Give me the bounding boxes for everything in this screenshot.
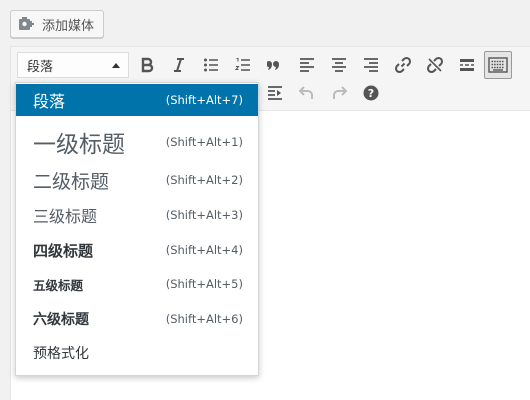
align-center-button[interactable] <box>325 51 353 79</box>
format-option-shortcut: (Shift+Alt+3) <box>165 208 243 222</box>
media-row: 添加媒体 <box>10 10 105 38</box>
format-option-heading-6[interactable]: 六级标题 (Shift+Alt+6) <box>16 302 258 336</box>
format-option-label: 一级标题 <box>33 132 125 158</box>
redo-button[interactable] <box>325 79 353 107</box>
svg-text:?: ? <box>368 87 374 100</box>
undo-button[interactable] <box>293 79 321 107</box>
toolbar-toggle-button[interactable] <box>484 51 512 79</box>
align-left-icon <box>299 57 315 73</box>
format-option-heading-5[interactable]: 五级标题 (Shift+Alt+5) <box>16 267 258 301</box>
redo-icon <box>331 85 347 101</box>
insert-link-button[interactable] <box>389 51 417 79</box>
align-center-icon <box>331 57 347 73</box>
format-option-paragraph[interactable]: 段落 (Shift+Alt+7) <box>16 84 258 116</box>
add-media-label: 添加媒体 <box>42 18 95 34</box>
format-option-label: 五级标题 <box>33 277 84 293</box>
read-more-button[interactable] <box>453 51 481 79</box>
format-option-label: 预格式化 <box>33 346 89 362</box>
bold-icon <box>139 57 155 73</box>
remove-link-button[interactable] <box>421 51 449 79</box>
format-select-value: 段落 <box>27 59 54 75</box>
help-button[interactable]: ? <box>357 79 385 107</box>
undo-icon <box>299 85 315 101</box>
blockquote-button[interactable] <box>261 51 289 79</box>
indent-button[interactable] <box>261 79 289 107</box>
italic-button[interactable] <box>165 51 193 79</box>
bulleted-list-button[interactable] <box>197 51 225 79</box>
indent-icon <box>267 85 283 101</box>
align-right-icon <box>363 57 379 73</box>
align-right-button[interactable] <box>357 51 385 79</box>
format-option-heading-2[interactable]: 二级标题 (Shift+Alt+2) <box>16 163 258 197</box>
format-option-shortcut: (Shift+Alt+1) <box>165 135 243 149</box>
numbered-list-icon <box>235 57 251 73</box>
blockquote-icon <box>267 57 283 73</box>
add-media-icon <box>18 16 36 32</box>
remove-link-icon <box>426 56 444 74</box>
format-dropdown-menu: 段落 (Shift+Alt+7) 一级标题 (Shift+Alt+1) 二级标题… <box>15 82 259 376</box>
bold-button[interactable] <box>133 51 161 79</box>
format-select[interactable]: 段落 <box>17 52 129 78</box>
align-left-button[interactable] <box>293 51 321 79</box>
format-option-heading-1[interactable]: 一级标题 (Shift+Alt+1) <box>16 121 258 163</box>
format-option-label: 段落 <box>33 92 66 111</box>
numbered-list-button[interactable] <box>229 51 257 79</box>
format-option-label: 二级标题 <box>33 170 110 193</box>
format-option-heading-3[interactable]: 三级标题 (Shift+Alt+3) <box>16 198 258 232</box>
format-option-shortcut: (Shift+Alt+4) <box>165 243 243 257</box>
bulleted-list-icon <box>203 57 219 73</box>
caret-up-icon <box>112 63 120 68</box>
italic-icon <box>171 57 187 73</box>
format-option-shortcut: (Shift+Alt+5) <box>165 277 243 291</box>
format-option-shortcut: (Shift+Alt+6) <box>165 312 243 326</box>
format-option-label: 六级标题 <box>33 312 89 328</box>
format-option-preformatted[interactable]: 预格式化 <box>16 336 258 370</box>
help-icon: ? <box>363 85 379 101</box>
format-option-label: 三级标题 <box>33 207 98 226</box>
format-option-label: 四级标题 <box>33 241 94 260</box>
format-option-heading-4[interactable]: 四级标题 (Shift+Alt+4) <box>16 233 258 267</box>
read-more-icon <box>459 57 475 73</box>
add-media-button[interactable]: 添加媒体 <box>10 10 105 38</box>
format-option-shortcut: (Shift+Alt+2) <box>165 173 243 187</box>
format-option-shortcut: (Shift+Alt+7) <box>165 93 243 107</box>
toolbar-toggle-icon <box>488 57 508 73</box>
insert-link-icon <box>394 56 412 74</box>
